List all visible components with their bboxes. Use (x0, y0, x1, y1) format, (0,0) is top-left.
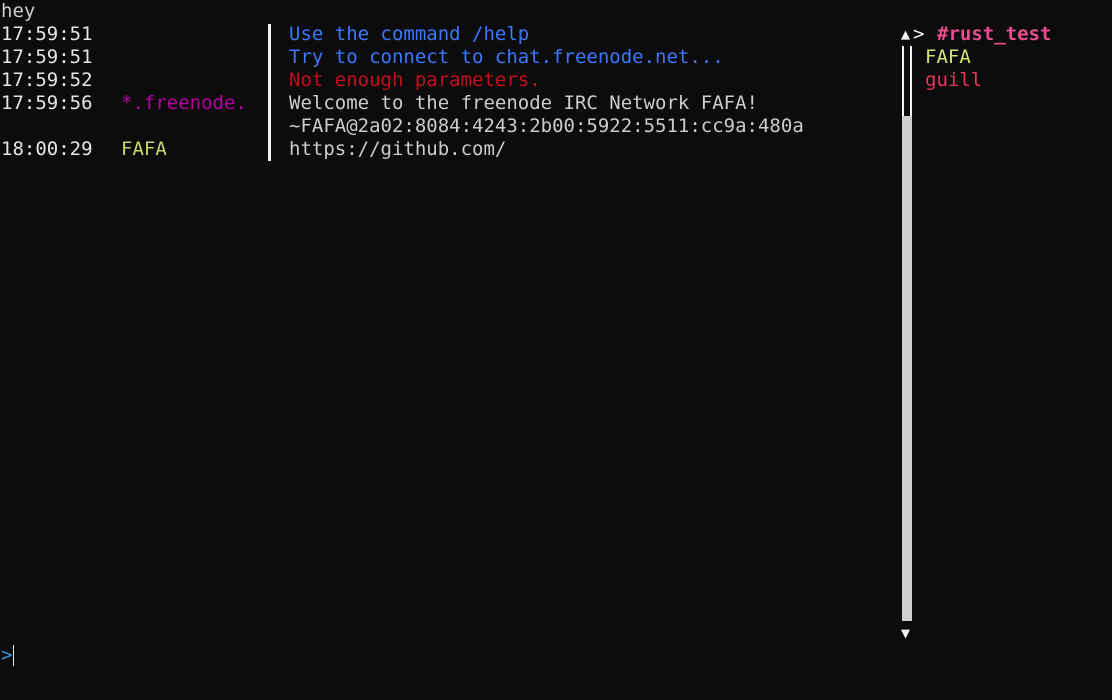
channel-name[interactable]: #rust_test (937, 23, 1051, 46)
message-text: https://github.com/ (289, 138, 507, 160)
input-caret[interactable] (13, 645, 14, 666)
scrollbar-track[interactable] (902, 46, 912, 116)
input-prompt: > (1, 644, 13, 666)
message-row: 18:00:29 FAFA https://github.com/ (0, 138, 890, 161)
scroll-down-icon[interactable]: ▼ (901, 622, 910, 645)
message-row: 17:59:51 Try to connect to chat.freenode.… (0, 46, 890, 69)
scroll-up-icon[interactable]: ▲ (901, 23, 910, 46)
message-text: Use the command /help (289, 23, 530, 45)
status-line: hey (1, 0, 36, 22)
message-row: ~FAFA@2a02:8084:4243:2b00:5922:5511:cc9a… (0, 115, 890, 138)
message-text: Welcome to the freenode IRC Network FAFA… (289, 92, 758, 114)
message-nick: *.freenode. (121, 92, 247, 114)
message-row: 17:59:52 Not enough parameters. (0, 69, 890, 92)
message-timestamp: 17:59:51 (1, 23, 93, 45)
message-timestamp: 17:59:51 (1, 46, 93, 68)
message-timestamp: 18:00:29 (1, 138, 93, 160)
message-row: 17:59:56 *.freenode. Welcome to the freeno… (0, 92, 890, 115)
message-log: 17:59:51 Use the command /help 17:59:51 Try… (0, 23, 890, 161)
scrollbar-thumb[interactable] (902, 116, 912, 621)
message-nick: FAFA (121, 138, 167, 160)
message-timestamp: 17:59:52 (1, 69, 93, 91)
user-list-item[interactable]: FAFA (925, 46, 982, 69)
user-list-item[interactable]: guill (925, 69, 982, 92)
message-row: 17:59:51 Use the command /help (0, 23, 890, 46)
channel-selector-icon: > (913, 23, 925, 45)
column-separator (268, 24, 271, 161)
user-list: FAFA guill (925, 46, 982, 92)
message-text: ~FAFA@2a02:8084:4243:2b00:5922:5511:cc9a… (289, 115, 804, 137)
message-text: Try to connect to chat.freenode.net... (289, 46, 724, 68)
message-timestamp: 17:59:56 (1, 92, 93, 114)
message-text: Not enough parameters. (289, 69, 541, 91)
